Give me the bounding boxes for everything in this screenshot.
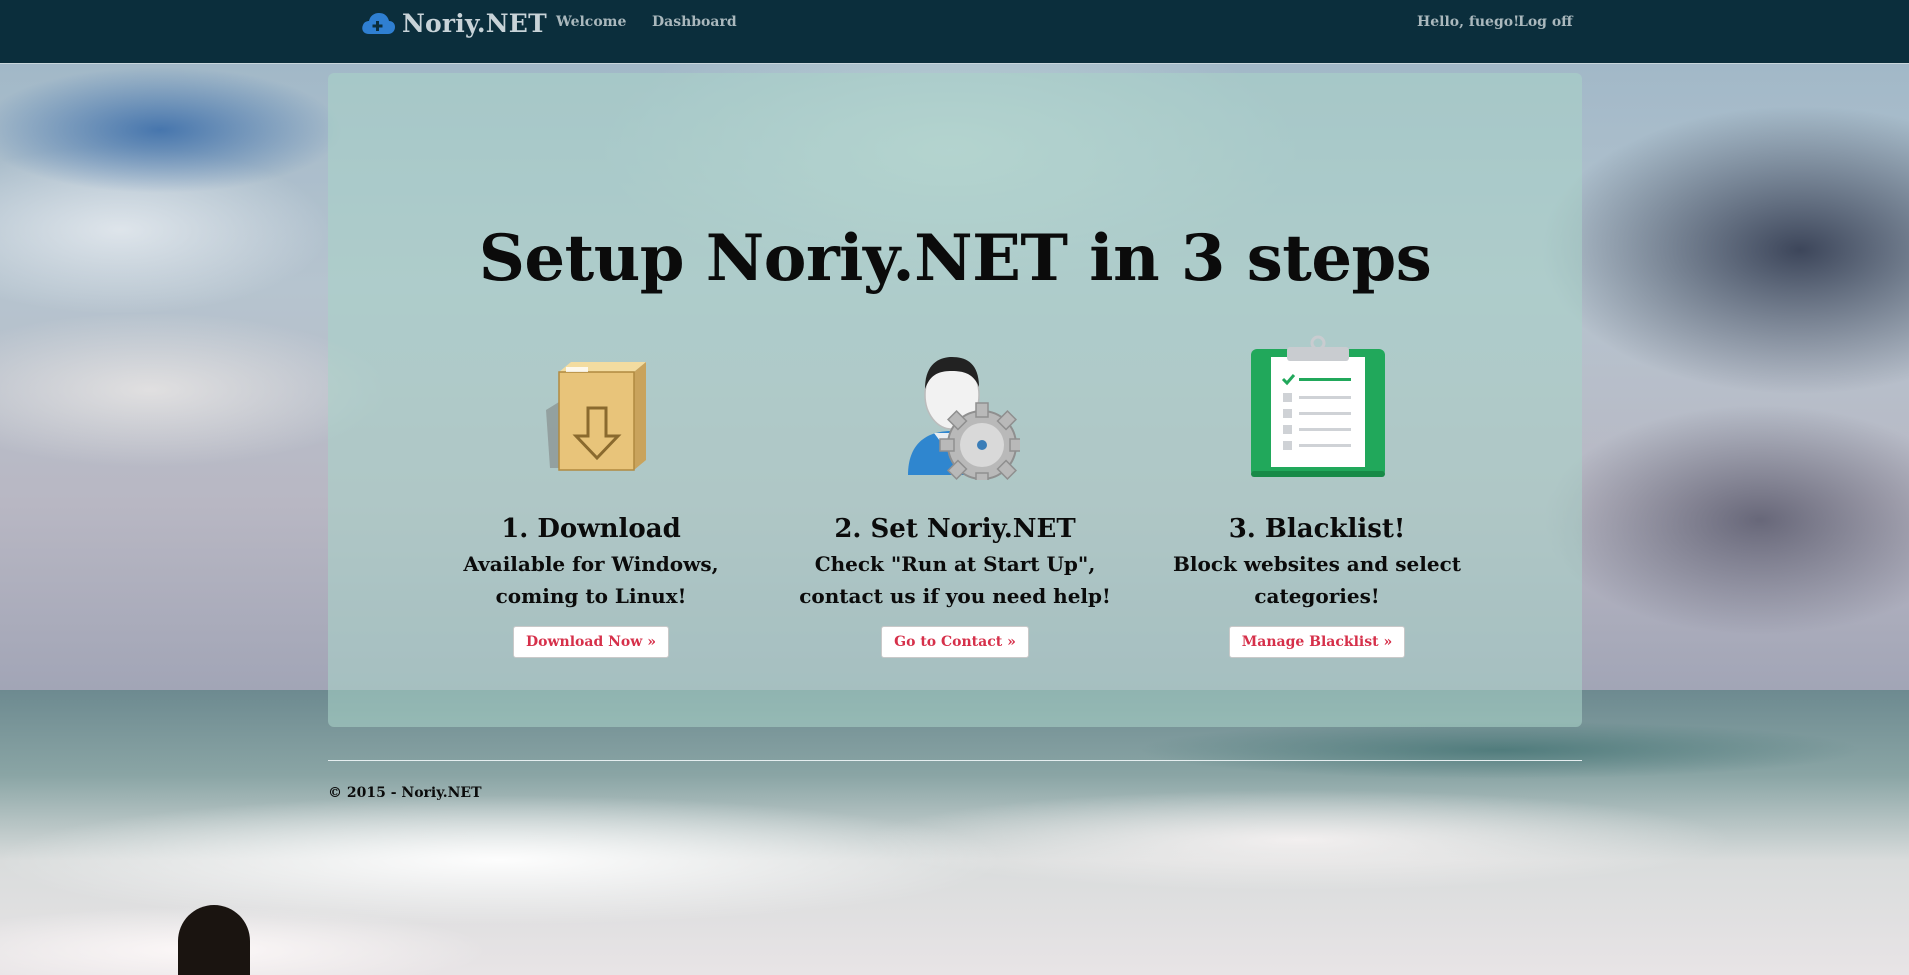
step-heading: 1. Download	[501, 514, 681, 544]
go-to-contact-button[interactable]: Go to Contact »	[881, 626, 1029, 658]
step-description: Check "Run at Start Up", contact us if y…	[799, 552, 1111, 608]
footer-copyright: © 2015 - Noriy.NET	[328, 785, 482, 801]
clipboard-checklist-icon	[1147, 335, 1487, 480]
footer-divider	[328, 760, 1582, 761]
download-now-button[interactable]: Download Now »	[513, 626, 669, 658]
step-download: 1. Download Available for Windows, comin…	[421, 345, 761, 658]
nav-welcome[interactable]: Welcome	[556, 14, 626, 30]
page-title: Setup Noriy.NET in 3 steps	[478, 221, 1432, 296]
navbar: Noriy.NET Welcome Dashboard Hello, fuego…	[0, 0, 1909, 64]
manage-blacklist-button[interactable]: Manage Blacklist »	[1228, 626, 1406, 658]
step-heading: 2. Set Noriy.NET	[834, 514, 1076, 544]
nav-dashboard[interactable]: Dashboard	[652, 14, 737, 30]
step-heading: 3. Blacklist!	[1228, 514, 1406, 544]
sea-background	[0, 690, 1909, 975]
user-settings-icon	[785, 345, 1125, 480]
brand-link[interactable]: Noriy.NET	[360, 9, 547, 38]
cloud-plus-icon	[360, 10, 396, 38]
download-box-icon	[421, 345, 761, 480]
step-description: Block websites and select categories!	[1173, 552, 1461, 608]
step-set-noriy: 2. Set Noriy.NET Check "Run at Start Up"…	[785, 345, 1125, 658]
step-blacklist: 3. Blacklist! Block websites and select …	[1147, 335, 1487, 658]
user-greeting-link[interactable]: Hello, fuego!	[1417, 14, 1519, 30]
swimmer-silhouette	[178, 905, 250, 975]
setup-panel: Setup Noriy.NET in 3 steps 1. Download A…	[328, 73, 1582, 727]
logoff-link[interactable]: Log off	[1518, 14, 1573, 30]
step-description: Available for Windows, coming to Linux!	[463, 552, 719, 608]
brand-name: Noriy.NET	[402, 9, 547, 38]
